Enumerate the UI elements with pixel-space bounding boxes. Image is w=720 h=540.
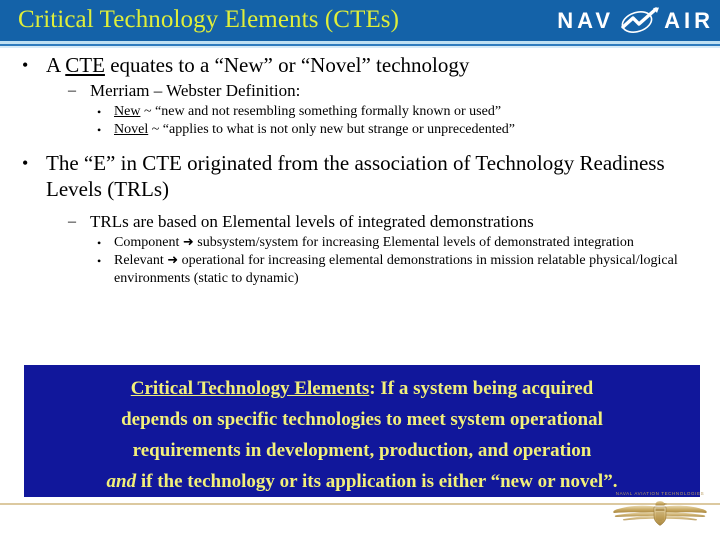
- callout-box-cte-definition: Critical Technology Elements: If a syste…: [24, 365, 700, 497]
- bullet-marker: –: [68, 213, 76, 230]
- navair-logo-left-text: NAV: [557, 8, 615, 33]
- callout-line-2: depends on specific technologies to meet…: [121, 409, 603, 430]
- bullet-text-underlined: Novel: [114, 122, 149, 137]
- bullet-text-post: operational for increasing elemental dem…: [114, 253, 678, 286]
- navair-swoosh-emblem-icon: [615, 6, 663, 36]
- callout-line-3: requirements in development, production,…: [34, 435, 690, 466]
- right-arrow-icon: ➜: [167, 253, 179, 268]
- bullet-text-post: equates to a “New” or “Novel” technology: [104, 53, 470, 77]
- footer-emblem-group: NAVAL AVIATION TECHNOLOGIES: [606, 490, 714, 533]
- bullet-marker: •: [97, 236, 102, 250]
- bullet-text-post: subsystem/system for increasing Elementa…: [193, 235, 634, 250]
- slide-body: • A CTE equates to a “New” or “Novel” te…: [0, 52, 720, 288]
- right-arrow-icon: ➜: [182, 235, 194, 250]
- slide-header-band: Critical Technology Elements (CTEs) NAV …: [0, 0, 720, 41]
- bullet-marker: –: [68, 82, 76, 99]
- bullet-level1-cte-definition: • A CTE equates to a “New” or “Novel” te…: [0, 52, 720, 78]
- bullet-text-pre: Component: [114, 235, 183, 250]
- bullet-text-pre: Relevant: [114, 253, 168, 268]
- emblem-caption: NAVAL AVIATION TECHNOLOGIES: [615, 491, 705, 496]
- callout-line-4-italic: and: [106, 471, 137, 492]
- callout-line-4: and if the technology or its application…: [34, 466, 690, 497]
- naval-aviator-wings-emblem-icon: [606, 498, 714, 533]
- bullet-level2-merriam-webster: – Merriam – Webster Definition:: [0, 80, 720, 102]
- bullet-text-underlined: CTE: [65, 53, 105, 77]
- bullet-marker: •: [97, 105, 102, 119]
- navair-logo: NAV AIR: [557, 6, 714, 36]
- bullet-text: The “E” in CTE originated from the assoc…: [46, 151, 665, 201]
- bullet-level3-component-subsystem: • Component ➜ subsystem/system for incre…: [0, 234, 720, 252]
- bullet-marker: •: [97, 254, 102, 268]
- callout-underlined-term: Critical Technology Elements: [130, 378, 370, 399]
- bullet-level3-relevant-operational: • Relevant ➜ operational for increasing …: [0, 252, 720, 288]
- bullet-level1-e-in-cte: • The “E” in CTE originated from the ass…: [0, 150, 720, 202]
- navair-logo-right-text: AIR: [664, 8, 714, 33]
- callout-line-4-rest: if the technology or its application is …: [136, 471, 618, 492]
- callout-line-3-italic: o: [513, 440, 523, 461]
- callout-line-3-post: peration: [522, 440, 592, 461]
- bullet-text: TRLs are based on Elemental levels of in…: [90, 212, 534, 231]
- bullet-level3-new-definition: • New ~ “new and not resembling somethin…: [0, 103, 720, 121]
- bullet-text-post: ~ “new and not resembling something form…: [140, 104, 502, 119]
- bullet-marker: •: [97, 123, 102, 137]
- bullet-level3-novel-definition: • Novel ~ “applies to what is not only n…: [0, 121, 720, 139]
- bullet-level2-trls-elemental: – TRLs are based on Elemental levels of …: [0, 211, 720, 233]
- callout-line-1: Critical Technology Elements: If a syste…: [34, 373, 690, 404]
- bullet-marker: •: [22, 153, 29, 173]
- bullet-text-pre: A: [46, 53, 66, 77]
- callout-line-3-pre: requirements in development, production,…: [132, 440, 514, 461]
- bullet-text-post: ~ “applies to what is not only new but s…: [148, 122, 516, 137]
- page-title: Critical Technology Elements (CTEs): [18, 6, 400, 33]
- bullet-text-underlined: New: [114, 104, 141, 119]
- bullet-marker: •: [22, 55, 29, 75]
- bullet-text: Merriam – Webster Definition:: [90, 81, 301, 100]
- header-divider-pale: [0, 46, 720, 48]
- callout-line-1-rest: : If a system being acquired: [369, 378, 594, 399]
